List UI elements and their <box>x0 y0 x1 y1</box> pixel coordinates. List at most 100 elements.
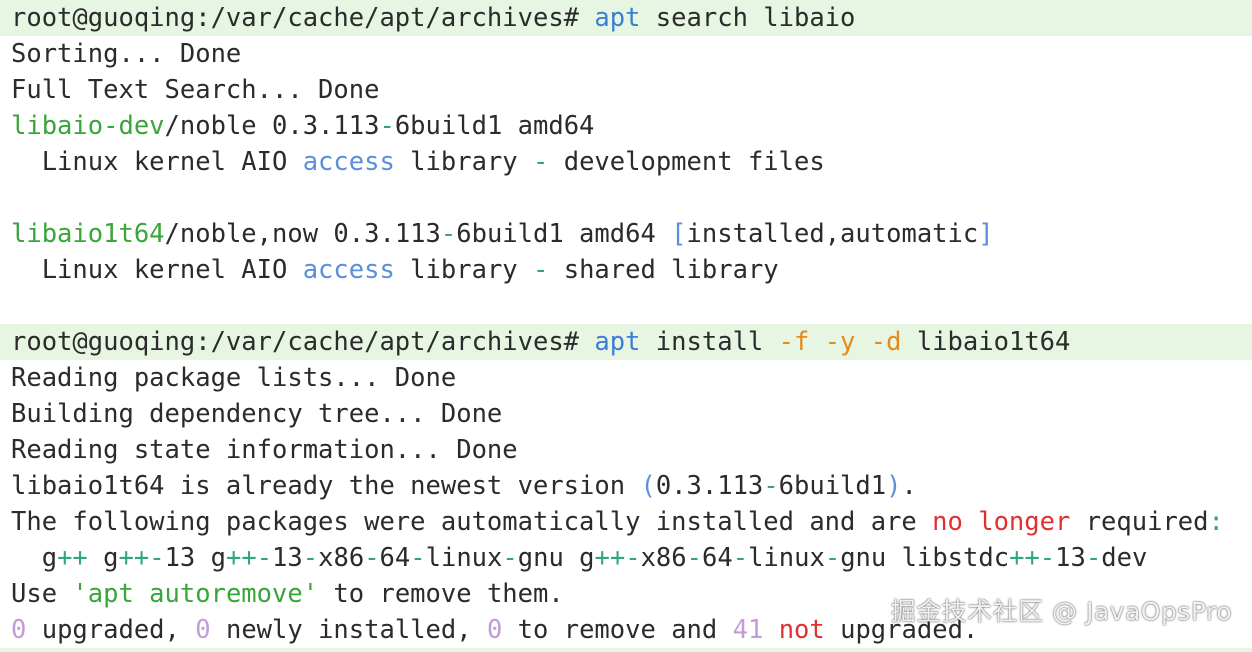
terminal-text-segment: ( <box>640 471 656 501</box>
terminal-text-segment: newly installed, <box>210 615 487 645</box>
terminal-text-segment: longer <box>978 507 1071 537</box>
terminal-text-segment: - <box>824 543 841 573</box>
terminal-text-segment: 0 <box>195 615 211 645</box>
terminal-text-segment: root@guoqing:/var/cache/apt/archives# <box>11 327 595 357</box>
terminal-text-segment: : <box>1208 507 1224 537</box>
terminal-output-line: libaio-dev/noble 0.3.113-6build1 amd64 <box>0 108 1252 144</box>
terminal-text-segment: search libaio <box>640 3 856 33</box>
terminal-text-segment: 13 g <box>164 543 226 573</box>
terminal-text-segment: Linux kernel AIO <box>11 147 303 177</box>
terminal-text-segment: g <box>87 543 119 573</box>
terminal-text-segment: Linux kernel AIO <box>11 255 303 285</box>
terminal-text-segment: - <box>379 111 395 141</box>
terminal-text-segment: Sorting... Done <box>11 39 242 69</box>
next-prompt-edge <box>0 648 1252 652</box>
terminal-text-segment: 'apt autoremove' <box>72 579 319 609</box>
terminal-text-segment: root@guoqing:/var/cache/apt/archives# <box>11 3 595 33</box>
terminal-text-segment: - <box>686 543 702 573</box>
terminal-text-segment: 0 <box>11 615 27 645</box>
terminal-text-segment: ++- <box>225 543 273 573</box>
terminal-text-segment: - <box>732 543 749 573</box>
terminal-text-segment: 41 <box>732 615 764 645</box>
terminal-text-segment: - <box>1085 543 1102 573</box>
terminal-output-line: libaio1t64/noble,now 0.3.113-6build1 amd… <box>0 216 1252 252</box>
terminal-text-segment: install <box>640 327 779 357</box>
terminal-text-segment: no <box>932 507 963 537</box>
terminal-window[interactable]: root@guoqing:/var/cache/apt/archives# ap… <box>0 0 1252 652</box>
terminal-output-line: Building dependency tree... Done <box>0 396 1252 432</box>
terminal-text-segment: libaio1t64 is already the newest version <box>11 471 641 501</box>
terminal-text-segment: Reading state information... Done <box>11 435 518 465</box>
terminal-text-segment: - <box>440 219 457 249</box>
terminal-text-segment: required <box>1070 507 1209 537</box>
terminal-text-segment: apt <box>594 327 641 357</box>
terminal-text-segment: The following packages were automaticall… <box>11 507 933 537</box>
terminal-output-line: Full Text Search... Done <box>0 72 1252 108</box>
terminal-text-segment: Reading package lists... Done <box>11 363 457 393</box>
terminal-text-segment: ++ <box>57 543 88 573</box>
terminal-text-segment: 0 <box>486 615 503 645</box>
terminal-output-line: Reading state information... Done <box>0 432 1252 468</box>
terminal-text-segment: installed,automatic <box>686 219 979 249</box>
terminal-text-segment: Building dependency tree... Done <box>11 399 503 429</box>
terminal-text-segment: -f <box>778 327 810 357</box>
terminal-text-segment: ++- <box>1009 543 1056 573</box>
terminal-text-segment: access <box>302 255 395 285</box>
terminal-output-line: Reading package lists... Done <box>0 360 1252 396</box>
terminal-text-segment: 64 <box>379 543 411 573</box>
terminal-text-segment: - <box>533 147 549 177</box>
terminal-text-segment: library <box>394 255 533 285</box>
terminal-text-segment: 6build1 amd64 <box>394 111 595 141</box>
terminal-output-line: Linux kernel AIO access library - develo… <box>0 144 1252 180</box>
terminal-text-segment: Full Text Search... Done <box>11 75 380 105</box>
terminal-text-segment: x86 <box>318 543 365 573</box>
terminal-text-segment: gnu libstdc <box>840 543 1010 573</box>
terminal-text-segment: - <box>763 471 779 501</box>
terminal-text-segment: to remove them. <box>318 579 564 609</box>
watermark: 掘金技术社区 @ JavaOpsPro <box>890 597 1232 626</box>
terminal-output-line: Linux kernel AIO access library - shared… <box>0 252 1252 288</box>
terminal-prompt-line: root@guoqing:/var/cache/apt/archives# ap… <box>0 0 1252 36</box>
terminal-text-segment: ++- <box>594 543 641 573</box>
terminal-output-line: Sorting... Done <box>0 36 1252 72</box>
terminal-text-segment: gnu g <box>517 543 595 573</box>
terminal-text-segment: ++- <box>118 543 165 573</box>
terminal-text-segment: to remove and <box>502 615 733 645</box>
terminal-text-segment: linux <box>748 543 825 573</box>
terminal-text-segment: libaio1t64 <box>11 219 165 249</box>
terminal-text-segment: [ <box>671 219 687 249</box>
terminal-text-segment: 0.3.113 <box>655 471 764 501</box>
terminal-text-segment: g <box>11 543 58 573</box>
terminal-text-segment: . <box>901 471 917 501</box>
terminal-text-segment: - <box>364 543 380 573</box>
terminal-text-segment: 6build1 amd64 <box>456 219 672 249</box>
terminal-prompt-line: root@guoqing:/var/cache/apt/archives# ap… <box>0 324 1252 360</box>
terminal-text-segment: /noble,now 0.3.113 <box>164 219 441 249</box>
terminal-text-segment: ) <box>886 471 902 501</box>
terminal-text-segment: libaio-dev <box>11 111 165 141</box>
terminal-text-segment: 13 <box>272 543 303 573</box>
terminal-text-segment: - <box>502 543 518 573</box>
terminal-text-segment: 6build1 <box>778 471 887 501</box>
terminal-text-segment: -d <box>870 327 902 357</box>
terminal-text-segment: 13 <box>1055 543 1086 573</box>
terminal-text-segment: upgraded, <box>26 615 196 645</box>
terminal-text-segment: access <box>302 147 395 177</box>
terminal-text-segment: shared library <box>548 255 779 285</box>
terminal-text-segment: /noble 0.3.113 <box>164 111 380 141</box>
terminal-text-segment: apt <box>594 3 641 33</box>
terminal-text-segment: libaio1t64 <box>901 327 1071 357</box>
terminal-text-segment: library <box>394 147 533 177</box>
terminal-text-segment: ] <box>978 219 994 249</box>
terminal-text-segment: - <box>302 543 319 573</box>
terminal-text-segment: - <box>410 543 426 573</box>
terminal-text-segment: -y <box>824 327 856 357</box>
terminal-text-segment: linux <box>425 543 503 573</box>
terminal-text-segment: development files <box>548 147 825 177</box>
terminal-output-line: libaio1t64 is already the newest version… <box>0 468 1252 504</box>
